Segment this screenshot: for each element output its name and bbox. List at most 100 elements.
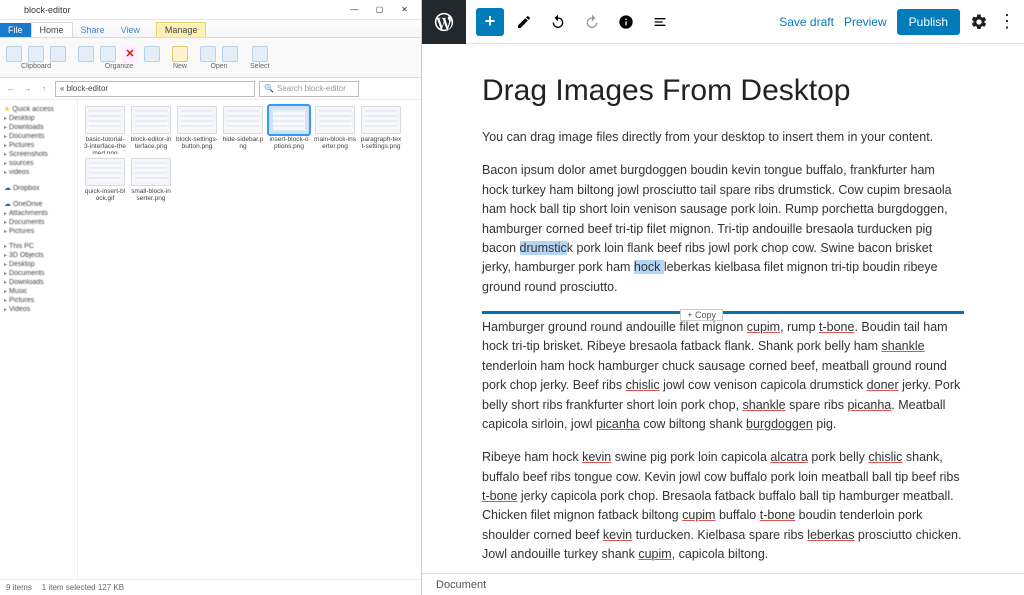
file-name: quick-insert-block.gif <box>84 188 126 206</box>
file-thumbnail[interactable]: block-settings-button.png <box>176 106 218 154</box>
tree-item[interactable]: 3D Objects <box>2 251 75 260</box>
new-folder-icon[interactable] <box>172 46 188 62</box>
file-name: block-editor-interface.png <box>130 136 172 154</box>
ribbon-group-select: Select <box>250 46 269 70</box>
minimize-icon[interactable]: — <box>342 0 367 20</box>
address-bar[interactable]: « block-editor <box>55 81 255 97</box>
image-icon <box>315 106 355 134</box>
tree-item[interactable]: Music <box>2 287 75 296</box>
publish-button[interactable]: Publish <box>897 9 960 35</box>
open-icon[interactable] <box>222 46 238 62</box>
wordpress-editor: + Save draft Previ <box>422 0 1024 595</box>
tree-item[interactable]: Pictures <box>2 296 75 305</box>
tab-home[interactable]: Home <box>31 22 73 37</box>
tab-share[interactable]: Share <box>73 23 113 37</box>
file-name: basic-tutorial-3-interface-themed.png <box>84 136 126 154</box>
redo-button[interactable] <box>578 8 606 36</box>
tree-item[interactable]: Screenshots <box>2 150 75 159</box>
status-item-count: 9 items <box>6 583 32 592</box>
pencil-icon <box>515 13 533 31</box>
paragraph-block[interactable]: Bacon ipsum dolor amet burgdoggen boudin… <box>482 161 964 297</box>
file-name: main-block-inserter.png <box>314 136 356 154</box>
nav-back-icon[interactable]: ← <box>4 82 18 96</box>
file-grid[interactable]: basic-tutorial-3-interface-themed.pngblo… <box>78 100 421 579</box>
delete-icon[interactable]: ✕ <box>122 46 138 62</box>
file-thumbnail[interactable]: quick-insert-block.gif <box>84 158 126 206</box>
tree-item[interactable]: Documents <box>2 269 75 278</box>
file-thumbnail[interactable]: paragraph-text-settings.png <box>360 106 402 154</box>
nav-up-icon[interactable]: ↑ <box>37 82 51 96</box>
tree-item[interactable]: Pictures <box>2 141 75 150</box>
drop-badge: + Copy <box>680 309 723 321</box>
tree-item[interactable]: Downloads <box>2 123 75 132</box>
nav-forward-icon[interactable]: → <box>21 82 35 96</box>
outline-button[interactable] <box>646 8 674 36</box>
tree-item[interactable]: Documents <box>2 218 75 227</box>
tree-item[interactable]: Desktop <box>2 114 75 123</box>
save-draft-button[interactable]: Save draft <box>779 15 834 29</box>
file-thumbnail[interactable]: small-block-inserter.png <box>130 158 172 206</box>
file-name: hide-sidebar.png <box>222 136 264 154</box>
tree-item[interactable]: Quick access <box>2 104 75 114</box>
close-icon[interactable]: ✕ <box>392 0 417 20</box>
file-thumbnail[interactable]: basic-tutorial-3-interface-themed.png <box>84 106 126 154</box>
ribbon-group-organize: ✕ Organize <box>78 46 160 70</box>
rename-icon[interactable] <box>144 46 160 62</box>
tree-item[interactable]: This PC <box>2 242 75 251</box>
more-menu-button[interactable]: ⋮ <box>998 11 1016 32</box>
file-thumbnail[interactable]: block-editor-interface.png <box>130 106 172 154</box>
image-icon <box>177 106 217 134</box>
pin-icon[interactable] <box>6 46 22 62</box>
file-thumbnail[interactable]: main-block-inserter.png <box>314 106 356 154</box>
tree-item[interactable]: Dropbox <box>2 183 75 193</box>
undo-button[interactable] <box>544 8 572 36</box>
image-icon <box>85 158 125 186</box>
info-button[interactable] <box>612 8 640 36</box>
copy-icon[interactable] <box>28 46 44 62</box>
explorer-titlebar[interactable]: block-editor — ▢ ✕ <box>0 0 421 20</box>
image-icon <box>223 106 263 134</box>
tree-item[interactable]: Pictures <box>2 227 75 236</box>
paragraph-block[interactable]: You can drag image files directly from y… <box>482 128 964 147</box>
breadcrumb-bar: Document <box>422 573 1024 595</box>
tree-item[interactable]: Documents <box>2 132 75 141</box>
outline-icon <box>651 13 669 31</box>
file-thumbnail[interactable]: hide-sidebar.png <box>222 106 264 154</box>
move-to-icon[interactable] <box>78 46 94 62</box>
maximize-icon[interactable]: ▢ <box>367 0 392 20</box>
settings-button[interactable] <box>970 13 988 31</box>
edit-mode-button[interactable] <box>510 8 538 36</box>
tree-item[interactable]: Downloads <box>2 278 75 287</box>
tab-view[interactable]: View <box>113 23 148 37</box>
copy-to-icon[interactable] <box>100 46 116 62</box>
add-block-button[interactable]: + <box>476 8 504 36</box>
tree-item[interactable]: videos <box>2 168 75 177</box>
tab-file[interactable]: File <box>0 23 31 37</box>
post-title[interactable]: Drag Images From Desktop <box>482 74 964 108</box>
image-icon <box>85 106 125 134</box>
editor-toolbar: + Save draft Previ <box>422 0 1024 44</box>
breadcrumb[interactable]: Document <box>436 579 486 591</box>
paste-icon[interactable] <box>50 46 66 62</box>
search-input[interactable]: 🔍 Search block-editor <box>259 81 359 97</box>
properties-icon[interactable] <box>200 46 216 62</box>
tab-manage[interactable]: Manage <box>156 22 207 37</box>
select-all-icon[interactable] <box>252 46 268 62</box>
wordpress-icon <box>433 11 455 33</box>
folder-tree[interactable]: Quick accessDesktopDownloadsDocumentsPic… <box>0 100 78 579</box>
tree-item[interactable]: Desktop <box>2 260 75 269</box>
tree-item[interactable]: sources <box>2 159 75 168</box>
paragraph-block[interactable]: Hamburger ground round andouille filet m… <box>482 318 964 434</box>
wp-logo[interactable] <box>422 0 466 44</box>
file-thumbnail[interactable]: insert-block-options.png <box>268 106 310 154</box>
gear-icon <box>970 13 988 31</box>
drop-indicator: + Copy <box>482 311 964 314</box>
tree-item[interactable]: OneDrive <box>2 199 75 209</box>
paragraph-block[interactable]: Ribeye ham hock kevin swine pig pork loi… <box>482 448 964 564</box>
preview-button[interactable]: Preview <box>844 15 887 29</box>
window-title: block-editor <box>24 5 71 15</box>
tree-item[interactable]: Attachments <box>2 209 75 218</box>
tree-item[interactable]: Videos <box>2 305 75 314</box>
document-canvas[interactable]: Drag Images From Desktop You can drag im… <box>422 44 1024 573</box>
ribbon-group-open: Open <box>200 46 238 70</box>
